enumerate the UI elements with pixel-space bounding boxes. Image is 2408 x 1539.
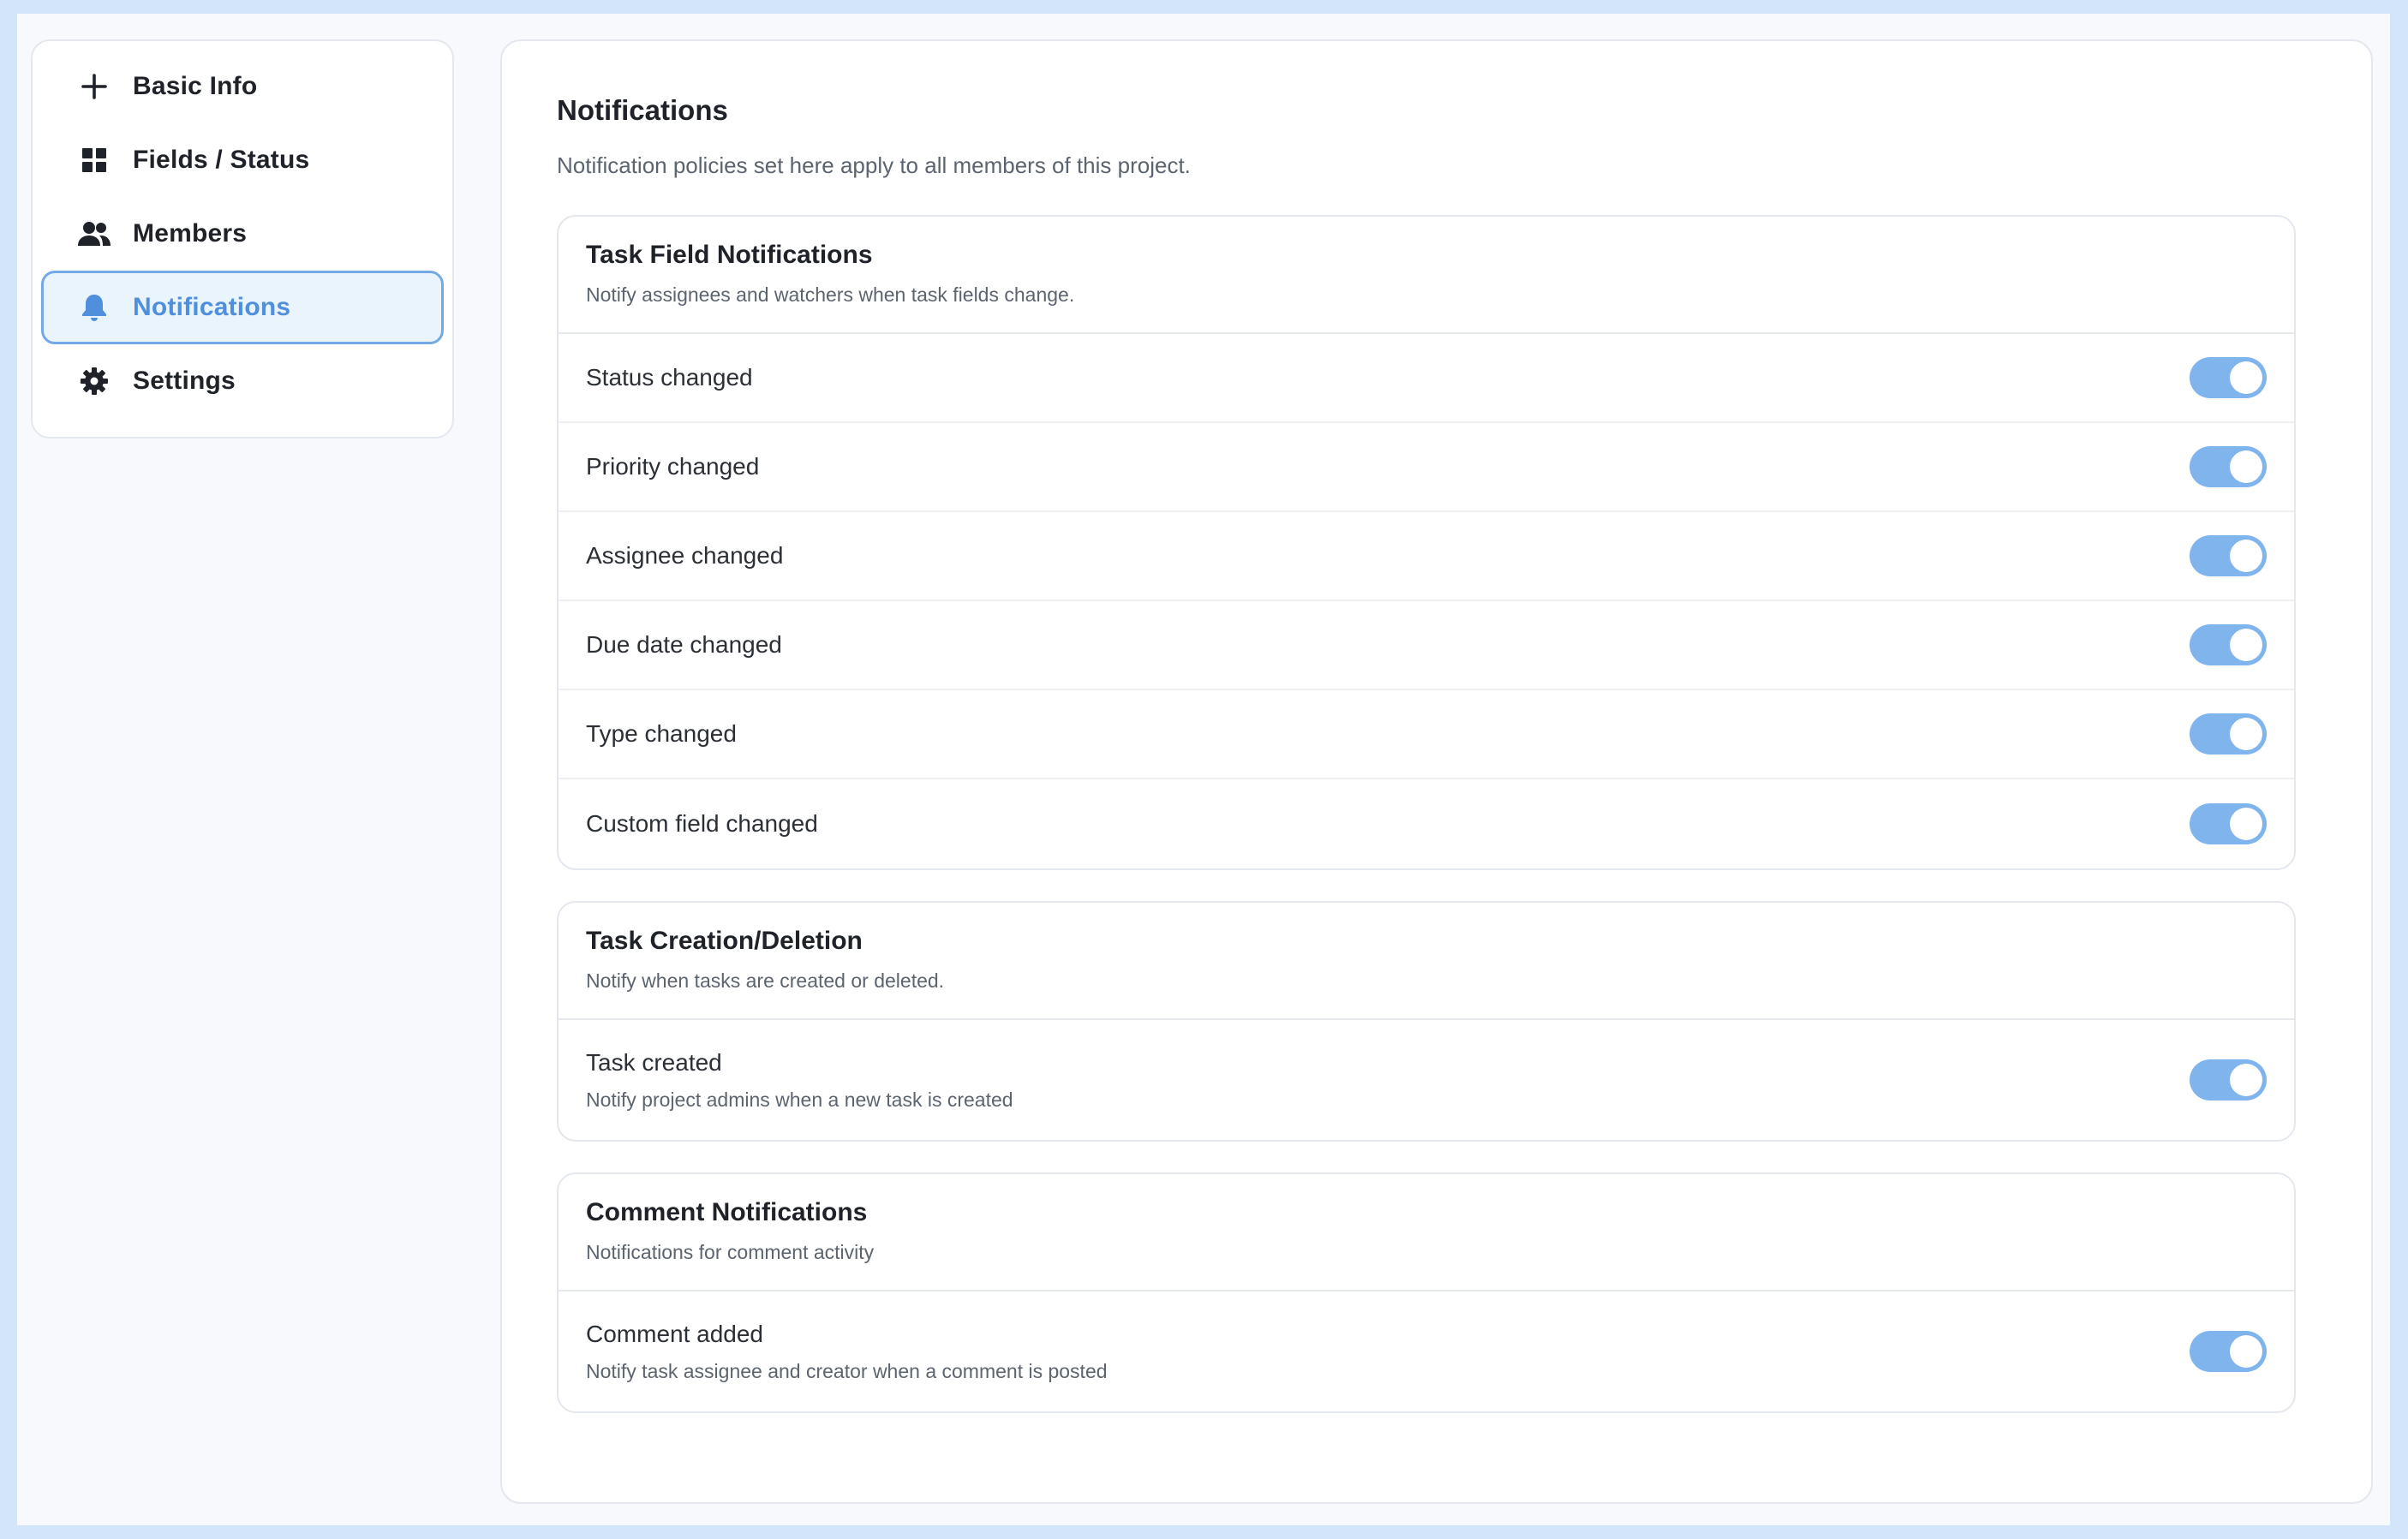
setting-label: Comment added (586, 1320, 764, 1347)
card-title: Task Creation/Deletion (586, 927, 863, 955)
setting-label: Due date changed (586, 631, 782, 658)
page-title: Notifications (557, 94, 728, 126)
toggle-knob (2230, 1064, 2262, 1096)
card-subtitle: Notify assignees and watchers when task … (586, 283, 1075, 306)
card-header: Task Creation/Deletion Notify when tasks… (559, 903, 2294, 1020)
setting-label: Priority changed (586, 453, 760, 480)
priority-changed-toggle[interactable] (2190, 446, 2267, 487)
card-title: Comment Notifications (586, 1198, 868, 1226)
page-description: Notification policies set here apply to … (557, 152, 1191, 178)
sidebar-nav: Basic Info Fields / Status Members Notif… (31, 39, 454, 438)
sidebar-item-settings[interactable]: Settings (41, 344, 444, 418)
sidebar-item-label: Settings (133, 367, 236, 395)
comment-notifications-card: Comment Notifications Notifications for … (557, 1172, 2296, 1413)
task-created-toggle[interactable] (2190, 1059, 2267, 1101)
setting-row-custom-field-changed: Custom field changed (559, 779, 2294, 868)
setting-description: Notify project admins when a new task is… (586, 1088, 1013, 1111)
type-changed-toggle[interactable] (2190, 713, 2267, 755)
setting-label: Status changed (586, 364, 753, 391)
card-subtitle: Notifications for comment activity (586, 1241, 875, 1263)
setting-row-type-changed: Type changed (559, 690, 2294, 779)
setting-text: Task created Notify project admins when … (586, 1049, 1013, 1112)
sidebar-item-members[interactable]: Members (41, 197, 444, 271)
assignee-changed-toggle[interactable] (2190, 535, 2267, 576)
toggle-knob (2230, 629, 2262, 661)
sidebar-item-notifications[interactable]: Notifications (41, 271, 444, 344)
card-subtitle: Notify when tasks are created or deleted… (586, 969, 945, 992)
toggle-knob (2230, 718, 2262, 750)
sidebar-item-basic-info[interactable]: Basic Info (41, 50, 444, 123)
grid-icon (78, 144, 111, 176)
due-date-changed-toggle[interactable] (2190, 624, 2267, 665)
plus-icon (78, 70, 111, 103)
sidebar-item-label: Basic Info (133, 72, 258, 100)
setting-label: Custom field changed (586, 810, 818, 837)
gear-icon (78, 365, 111, 397)
card-header: Comment Notifications Notifications for … (559, 1174, 2294, 1291)
sidebar-item-fields-status[interactable]: Fields / Status (41, 123, 444, 197)
notifications-panel: Notifications Notification policies set … (500, 39, 2373, 1504)
sidebar-item-label: Members (133, 219, 248, 248)
setting-row-comment-added: Comment added Notify task assignee and c… (559, 1291, 2294, 1411)
setting-row-status-changed: Status changed (559, 334, 2294, 423)
setting-text: Comment added Notify task assignee and c… (586, 1321, 1108, 1383)
task-field-notifications-card: Task Field Notifications Notify assignee… (557, 215, 2296, 870)
card-title: Task Field Notifications (586, 241, 873, 269)
setting-label: Type changed (586, 720, 737, 747)
setting-row-due-date-changed: Due date changed (559, 601, 2294, 690)
setting-row-task-created: Task created Notify project admins when … (559, 1020, 2294, 1140)
setting-label: Task created (586, 1048, 722, 1076)
custom-field-changed-toggle[interactable] (2190, 803, 2267, 844)
status-changed-toggle[interactable] (2190, 357, 2267, 398)
setting-row-priority-changed: Priority changed (559, 423, 2294, 512)
task-creation-deletion-card: Task Creation/Deletion Notify when tasks… (557, 901, 2296, 1142)
users-icon (78, 218, 111, 250)
setting-row-assignee-changed: Assignee changed (559, 512, 2294, 601)
toggle-knob (2230, 540, 2262, 572)
card-header: Task Field Notifications Notify assignee… (559, 217, 2294, 334)
bell-icon (78, 291, 111, 324)
sidebar-item-label: Fields / Status (133, 146, 310, 174)
toggle-knob (2230, 450, 2262, 483)
toggle-knob (2230, 1335, 2262, 1368)
setting-description: Notify task assignee and creator when a … (586, 1359, 1108, 1382)
sidebar-item-label: Notifications (133, 293, 291, 321)
toggle-knob (2230, 808, 2262, 840)
setting-label: Assignee changed (586, 542, 784, 569)
comment-added-toggle[interactable] (2190, 1331, 2267, 1372)
toggle-knob (2230, 361, 2262, 394)
